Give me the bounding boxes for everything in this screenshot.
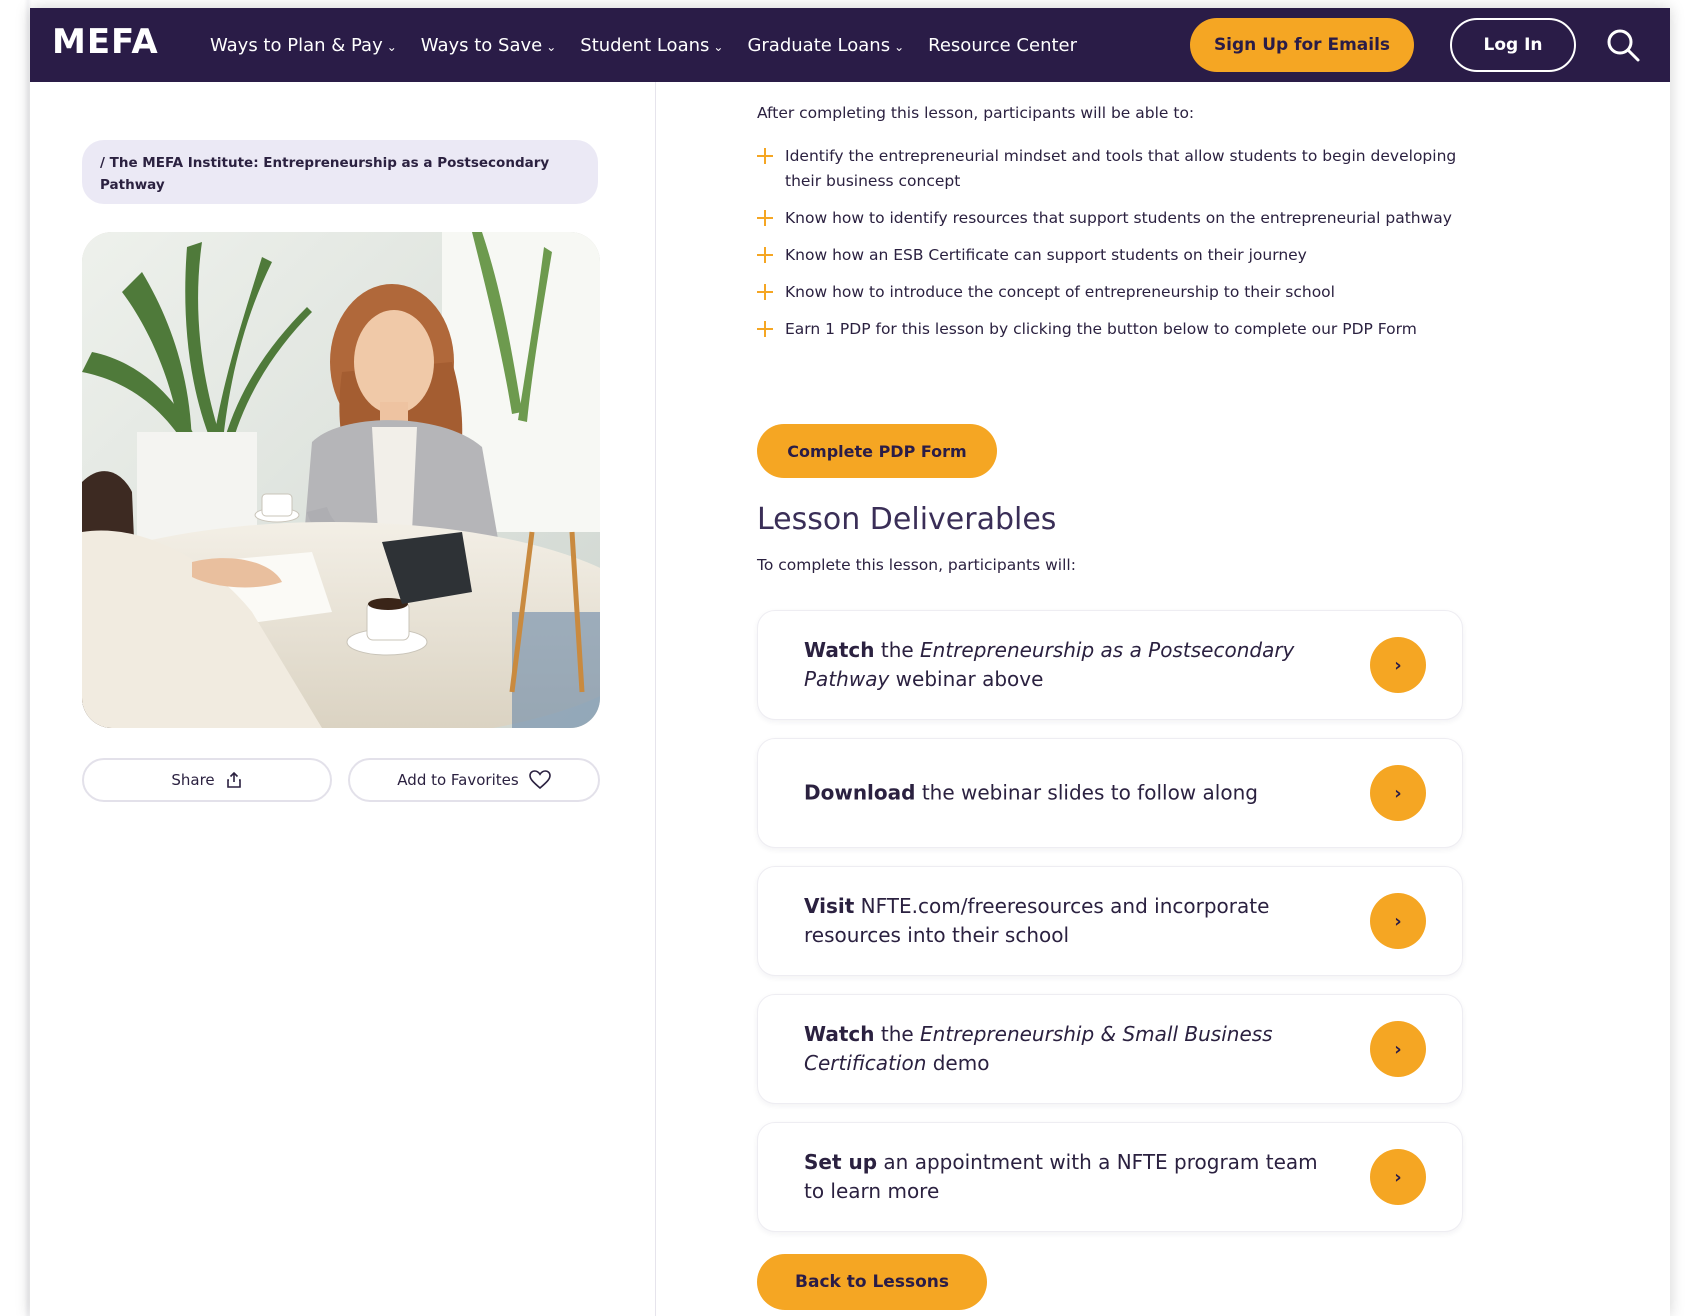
objective-text: Earn 1 PDP for this lesson by clicking t… [785, 320, 1417, 338]
plus-icon [757, 148, 773, 164]
nav-link-label: Student Loans [580, 34, 710, 56]
deliverables-heading: Lesson Deliverables [757, 502, 1057, 537]
chevron-down-icon: ⌄ [713, 40, 724, 54]
share-button[interactable]: Share [82, 758, 332, 802]
chevron-down-icon: ⌄ [386, 40, 397, 54]
breadcrumb[interactable]: / The MEFA Institute: Entrepreneurship a… [82, 140, 598, 204]
deliverable-text: Watch the Entrepreneurship as a Postseco… [804, 638, 1295, 691]
browser-page: MEFA Ways to Plan & Pay ⌄ Ways to Save ⌄… [30, 8, 1670, 1316]
lesson-content: After completing this lesson, participan… [657, 82, 1670, 1316]
sign-up-emails-button[interactable]: Sign Up for Emails [1190, 18, 1414, 72]
back-to-lessons-button[interactable]: Back to Lessons [757, 1254, 987, 1310]
list-item: Earn 1 PDP for this lesson by clicking t… [757, 317, 1457, 342]
nav-link-label: Resource Center [928, 34, 1078, 56]
objective-text: Know how an ESB Certificate can support … [785, 246, 1307, 264]
plus-icon [757, 210, 773, 226]
plus-icon [757, 284, 773, 300]
plus-icon [757, 321, 773, 337]
share-icon [226, 771, 241, 788]
chevron-right-icon[interactable]: › [1370, 765, 1426, 821]
objective-text: Identify the entrepreneurial mindset and… [785, 147, 1457, 190]
list-item: Know how to identify resources that supp… [757, 206, 1457, 231]
chevron-right-icon[interactable]: › [1370, 637, 1426, 693]
heart-icon [528, 770, 551, 790]
nav-resource-center[interactable]: Resource Center [928, 35, 1077, 56]
add-to-favorites-button[interactable]: Add to Favorites [348, 758, 600, 802]
deliverable-text: Set up an appointment with a NFTE progra… [804, 1150, 1318, 1203]
search-icon[interactable] [1604, 26, 1642, 64]
nav-graduate-loans[interactable]: Graduate Loans ⌄ [747, 35, 904, 56]
meeting-photo-illustration [82, 232, 600, 728]
main-menu: Ways to Plan & Pay ⌄ Ways to Save ⌄ Stud… [210, 8, 1101, 82]
left-column: / The MEFA Institute: Entrepreneurship a… [30, 82, 656, 1316]
deliverable-card[interactable]: Set up an appointment with a NFTE progra… [757, 1122, 1463, 1232]
share-label: Share [171, 771, 215, 789]
plus-icon [757, 247, 773, 263]
nav-link-label: Ways to Plan & Pay [210, 34, 383, 56]
objective-text: Know how to identify resources that supp… [785, 209, 1452, 227]
chevron-down-icon: ⌄ [546, 40, 557, 54]
objectives-intro: After completing this lesson, participan… [757, 104, 1195, 122]
chevron-right-icon[interactable]: › [1370, 893, 1426, 949]
chevron-right-icon[interactable]: › [1370, 1021, 1426, 1077]
chevron-down-icon: ⌄ [894, 40, 905, 54]
objective-text: Know how to introduce the concept of ent… [785, 283, 1335, 301]
list-item: Know how to introduce the concept of ent… [757, 280, 1457, 305]
mefa-logo[interactable]: MEFA [52, 22, 159, 62]
list-item: Know how an ESB Certificate can support … [757, 243, 1457, 268]
deliverable-card[interactable]: Watch the Entrepreneurship as a Postseco… [757, 610, 1463, 720]
nav-link-label: Ways to Save [420, 34, 543, 56]
learning-objectives-list: Identify the entrepreneurial mindset and… [757, 144, 1457, 354]
nav-ways-to-plan-pay[interactable]: Ways to Plan & Pay ⌄ [210, 35, 397, 56]
nav-student-loans[interactable]: Student Loans ⌄ [580, 35, 723, 56]
chevron-right-icon[interactable]: › [1370, 1149, 1426, 1205]
nav-ways-to-save[interactable]: Ways to Save ⌄ [421, 35, 556, 56]
top-navigation: MEFA Ways to Plan & Pay ⌄ Ways to Save ⌄… [30, 8, 1670, 82]
log-in-button[interactable]: Log In [1450, 18, 1576, 72]
deliverable-card[interactable]: Download the webinar slides to follow al… [757, 738, 1463, 848]
nav-link-label: Graduate Loans [747, 34, 891, 56]
deliverable-text: Visit NFTE.com/freeresources and incorpo… [804, 894, 1270, 947]
deliverable-card[interactable]: Watch the Entrepreneurship & Small Busin… [757, 994, 1463, 1104]
list-item: Identify the entrepreneurial mindset and… [757, 144, 1457, 194]
deliverable-text: Download the webinar slides to follow al… [804, 780, 1258, 805]
deliverables-list: Watch the Entrepreneurship as a Postseco… [757, 610, 1463, 1250]
deliverable-card[interactable]: Visit NFTE.com/freeresources and incorpo… [757, 866, 1463, 976]
favorites-label: Add to Favorites [397, 771, 519, 789]
deliverable-text: Watch the Entrepreneurship & Small Busin… [804, 1022, 1273, 1075]
complete-pdp-form-button[interactable]: Complete PDP Form [757, 424, 997, 478]
hero-photo [82, 232, 600, 728]
deliverables-intro: To complete this lesson, participants wi… [757, 556, 1076, 574]
